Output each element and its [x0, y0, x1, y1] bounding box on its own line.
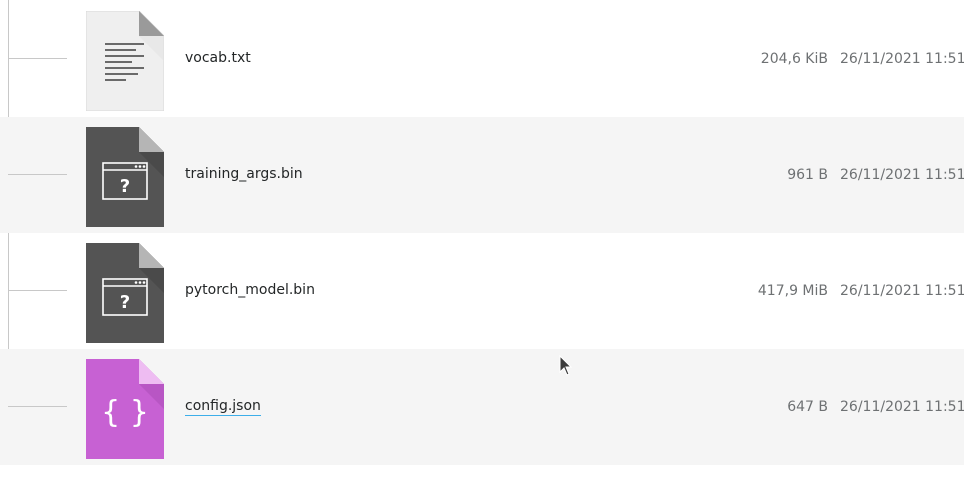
file-size: 961 B — [787, 167, 828, 183]
text-file-icon[interactable] — [86, 11, 164, 111]
file-row-vocab[interactable]: vocab.txt 204,6 KiB 26/11/2021 11:51 — [0, 1, 964, 117]
tree-branch — [8, 290, 67, 291]
file-size: 417,9 MiB — [757, 283, 828, 299]
file-modified-date: 26/11/2021 11:51 — [840, 283, 964, 299]
tree-branch — [8, 174, 67, 175]
file-list: vocab.txt 204,6 KiB 26/11/2021 11:51 ? t… — [0, 0, 964, 480]
file-name[interactable]: config.json — [185, 398, 261, 416]
json-file-icon[interactable]: { } — [86, 359, 164, 459]
unknown-binary-file-icon[interactable]: ? — [86, 243, 164, 343]
file-name[interactable]: vocab.txt — [185, 50, 251, 66]
svg-text:?: ? — [120, 292, 130, 313]
file-modified-date: 26/11/2021 11:51 — [840, 167, 964, 183]
file-size: 204,6 KiB — [760, 51, 828, 67]
svg-text:?: ? — [120, 176, 130, 197]
file-name[interactable]: pytorch_model.bin — [185, 282, 315, 298]
svg-text:{ }: { } — [101, 395, 149, 430]
mouse-cursor-icon — [559, 355, 573, 376]
file-modified-date: 26/11/2021 11:51 — [840, 51, 964, 67]
unknown-binary-file-icon[interactable]: ? — [86, 127, 164, 227]
file-name[interactable]: training_args.bin — [185, 166, 303, 182]
file-size: 647 B — [787, 399, 828, 415]
file-modified-date: 26/11/2021 11:51 — [840, 399, 964, 415]
file-row-pytorch-model[interactable]: ? pytorch_model.bin 417,9 MiB 26/11/2021… — [0, 233, 964, 349]
file-row-config[interactable]: { } config.json 647 B 26/11/2021 11:51 — [0, 349, 964, 465]
tree-branch — [8, 406, 67, 407]
file-row-training-args[interactable]: ? training_args.bin 961 B 26/11/2021 11:… — [0, 117, 964, 233]
tree-branch — [8, 58, 67, 59]
